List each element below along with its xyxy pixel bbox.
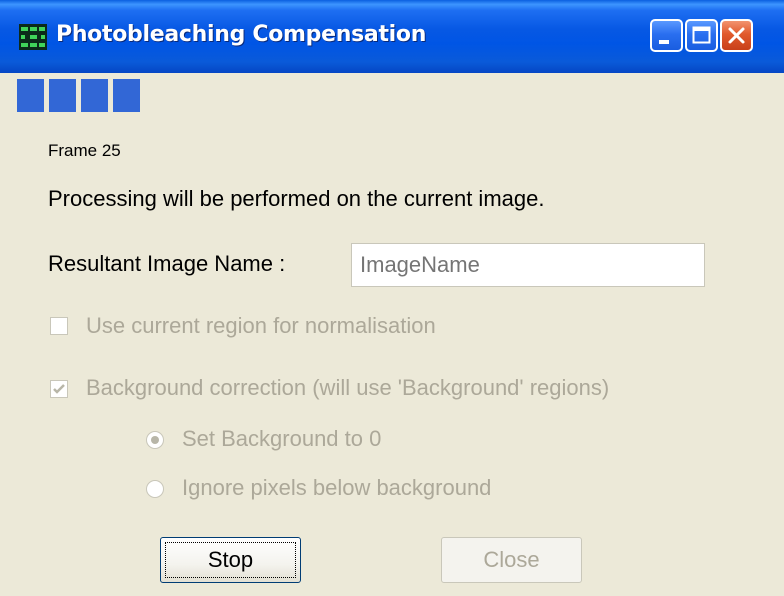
- radio-selected-dot: [151, 436, 159, 444]
- use-region-checkbox[interactable]: [50, 317, 68, 335]
- stop-button-label: Stop: [207, 547, 254, 572]
- use-region-label: Use current region for normalisation: [86, 313, 436, 338]
- app-grid-icon: [19, 24, 47, 50]
- progress-bar: [15, 73, 784, 118]
- background-correction-label: Background correction (will use 'Backgro…: [86, 375, 610, 400]
- set-background-zero-radio[interactable]: [146, 431, 164, 449]
- progress-block: [17, 79, 44, 112]
- stop-button[interactable]: Stop: [160, 537, 301, 583]
- progress-block: [113, 79, 140, 112]
- close-button[interactable]: Close: [441, 537, 582, 583]
- set-background-zero-label: Set Background to 0: [182, 426, 382, 451]
- close-button-label: Close: [483, 547, 540, 572]
- background-correction-checkbox[interactable]: [50, 380, 68, 398]
- maximize-button[interactable]: [685, 19, 718, 52]
- photobleaching-dialog: Photobleaching Compensation Frame 25 Pro…: [0, 0, 784, 596]
- result-name-label: Resultant Image Name :: [48, 251, 286, 276]
- close-window-button[interactable]: [720, 19, 753, 52]
- close-icon: [728, 27, 745, 44]
- ignore-pixels-radio[interactable]: [146, 480, 164, 498]
- result-name-input[interactable]: [351, 243, 705, 287]
- processing-info-text: Processing will be performed on the curr…: [48, 186, 545, 211]
- checkmark-icon: [53, 384, 65, 394]
- progress-block: [49, 79, 76, 112]
- minimize-icon: [659, 40, 669, 44]
- ignore-pixels-label: Ignore pixels below background: [182, 475, 492, 500]
- window-title: Photobleaching Compensation: [56, 22, 427, 47]
- maximize-icon: [692, 26, 711, 44]
- minimize-button[interactable]: [650, 19, 683, 52]
- title-bar[interactable]: Photobleaching Compensation: [0, 0, 784, 73]
- frame-label: Frame 25: [48, 141, 121, 160]
- progress-block: [81, 79, 108, 112]
